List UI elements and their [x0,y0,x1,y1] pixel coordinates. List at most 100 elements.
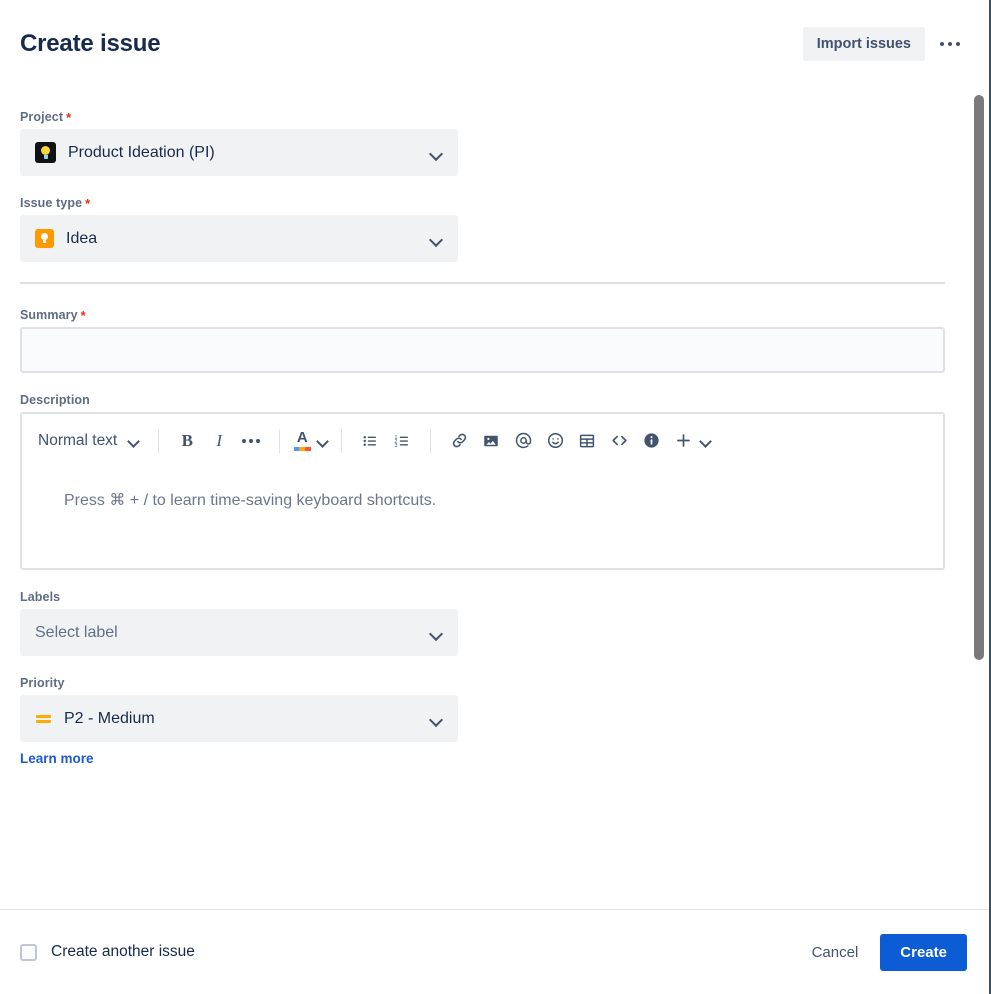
field-summary: Summary * [20,308,945,373]
bold-button[interactable]: B [171,425,203,457]
create-another-label: Create another issue [51,943,195,960]
italic-button[interactable]: I [203,425,235,457]
bullet-list-icon [363,435,377,446]
description-label: Description [20,393,943,407]
form-scroll-region[interactable]: Project * Product Ideation (PI) Issue ty… [0,88,989,910]
mention-button[interactable] [507,425,539,457]
issue-type-required-asterisk: * [85,195,91,211]
text-style-label: Normal text [38,431,118,449]
emoji-button[interactable] [539,425,571,457]
issue-type-select[interactable]: Idea [20,215,458,262]
field-description: Description Normal text B I A 1 2 3 Pres… [20,393,945,570]
scrollbar-thumb[interactable] [974,95,984,660]
mention-icon [515,432,531,449]
numbered-list-icon: 1 2 3 [395,434,409,449]
emoji-icon [547,432,563,449]
import-issues-button[interactable]: Import issues [802,26,925,62]
create-another-issue-toggle[interactable]: Create another issue [20,943,195,961]
labels-placeholder: Select label [35,623,118,641]
chevron-down-icon[interactable] [699,434,712,447]
link-icon [452,433,466,448]
project-value-wrap: Product Ideation (PI) [35,142,215,163]
summary-required-asterisk: * [80,307,86,323]
issue-type-value: Idea [66,229,98,247]
table-icon [580,434,595,447]
code-button[interactable] [603,425,635,457]
ellipsis-icon [242,438,261,443]
table-button[interactable] [571,425,603,457]
labels-select[interactable]: Select label [20,609,458,656]
text-color-button[interactable]: A [292,430,329,452]
issue-type-value-wrap: Idea [35,229,97,248]
field-priority: Priority P2 - Medium [20,676,943,742]
cancel-button[interactable]: Cancel [800,934,871,971]
text-color-icon: A [292,430,312,452]
more-dot [947,41,953,47]
info-button[interactable] [635,425,667,457]
page-title: Create issue [20,30,161,57]
link-button[interactable] [443,425,475,457]
lightbulb-glyph [41,233,48,244]
project-avatar-lightbulb-icon [35,142,56,163]
footer-actions: Cancel Create [800,933,967,971]
priority-medium-icon [35,710,52,727]
bullet-list-button[interactable] [354,425,386,457]
toolbar-divider [158,428,160,453]
description-editor: Normal text B I A 1 2 3 Press ⌘ + / to l… [20,412,945,570]
labels-label: Labels [20,590,943,604]
chevron-down-icon [127,434,140,447]
labels-label-text: Labels [20,590,61,604]
more-formatting-button[interactable] [235,425,267,457]
create-button[interactable]: Create [880,933,967,971]
lightbulb-glyph [41,146,50,159]
color-swatch-bar [293,446,311,451]
field-project: Project * Product Ideation (PI) [20,110,943,176]
summary-label-text: Summary [20,308,78,322]
labels-value-wrap: Select label [35,624,118,642]
chevron-down-icon [428,231,444,247]
info-icon [644,433,659,448]
summary-input[interactable] [20,327,945,373]
priority-select[interactable]: P2 - Medium [20,695,458,742]
project-required-asterisk: * [66,109,72,125]
toolbar-divider [341,428,343,453]
field-issue-type: Issue type * Idea [20,196,943,262]
numbered-list-button[interactable]: 1 2 3 [386,425,418,457]
project-label: Project * [20,110,943,124]
dialog-footer: Create another issue Cancel Create [0,910,989,994]
code-icon [612,435,627,446]
project-value: Product Ideation (PI) [68,143,215,161]
more-dot [939,41,945,47]
issue-type-label: Issue type * [20,196,943,210]
summary-label: Summary * [20,308,943,322]
learn-more-link[interactable]: Learn more [20,751,94,766]
insert-button[interactable] [667,425,699,457]
description-input[interactable]: Press ⌘ + / to learn time-saving keyboar… [22,468,943,568]
editor-toolbar: Normal text B I A 1 2 3 [22,414,943,468]
text-color-letter: A [296,428,308,446]
image-icon [484,435,498,446]
header-actions: Import issues [802,26,967,62]
text-style-dropdown[interactable]: Normal text [38,428,146,454]
chevron-down-icon [428,625,444,641]
priority-label: Priority [20,676,943,690]
dialog-header: Create issue Import issues [0,0,989,88]
more-dot [955,41,961,47]
toolbar-divider [430,428,432,453]
toolbar-divider [279,428,281,453]
chevron-down-icon [316,434,329,447]
more-options-button[interactable] [933,27,967,61]
description-label-text: Description [20,393,90,407]
scrollbar-track[interactable] [973,88,986,910]
image-button[interactable] [475,425,507,457]
create-another-checkbox[interactable] [20,943,37,961]
section-divider [20,282,945,284]
idea-lightbulb-icon [35,229,54,248]
plus-icon [676,434,690,447]
field-labels: Labels Select label [20,590,943,656]
issue-type-label-text: Issue type [20,196,83,210]
svg-text:3: 3 [395,443,398,449]
priority-value: P2 - Medium [64,709,155,727]
project-select[interactable]: Product Ideation (PI) [20,129,458,176]
create-issue-dialog: Create issue Import issues Project * Pro… [0,0,991,994]
